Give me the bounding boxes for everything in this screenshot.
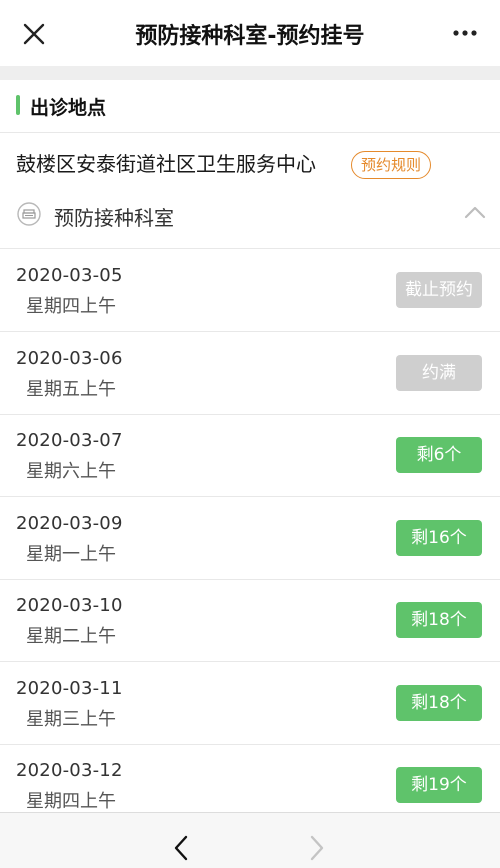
forward-arrow-icon[interactable] (308, 835, 326, 861)
schedule-date: 2020-03-09 (16, 512, 123, 534)
schedule-date: 2020-03-12 (16, 760, 123, 781)
booking-rules-button[interactable]: 预约规则 (351, 151, 432, 179)
book-slot-button[interactable]: 剩18个 (396, 684, 482, 721)
schedule-row: 2020-03-11 星期三上午 剩18个 (0, 662, 500, 745)
schedule-date: 2020-03-05 (16, 265, 123, 286)
schedule-weekday: 星期三上午 (26, 708, 116, 730)
more-icon[interactable] (452, 23, 478, 43)
schedule-row: 2020-03-05 星期四上午 截止预约 (0, 249, 500, 332)
schedule-date: 2020-03-06 (16, 347, 123, 369)
book-slot-button[interactable]: 剩6个 (396, 437, 482, 473)
book-slot-button[interactable]: 剩19个 (396, 767, 482, 803)
department-header[interactable]: 预防接种科室 (0, 190, 500, 249)
schedule-date: 2020-03-11 (16, 677, 123, 699)
location-name: 鼓楼区安泰街道社区卫生服务中心 (16, 152, 316, 176)
schedule-row: 2020-03-09 星期一上午 剩16个 (0, 497, 500, 580)
schedule-weekday: 星期五上午 (26, 378, 116, 400)
schedule-weekday: 星期四上午 (26, 791, 116, 812)
schedule-row: 2020-03-07 星期六上午 剩6个 (0, 414, 500, 497)
schedule-weekday: 星期二上午 (26, 626, 116, 647)
book-slot-button[interactable]: 剩18个 (396, 602, 482, 638)
section-accent-bar (16, 95, 20, 115)
schedule-weekday: 星期一上午 (26, 543, 116, 565)
slot-unavailable-button: 截止预约 (396, 272, 482, 308)
page-title: 预防接种科室-预约挂号 (135, 24, 365, 49)
schedule-weekday: 星期六上午 (26, 461, 116, 482)
back-arrow-icon[interactable] (172, 835, 190, 861)
section-title: 出诊地点 (30, 97, 107, 119)
schedule-row: 2020-03-06 星期五上午 约满 (0, 332, 500, 415)
department-name: 预防接种科室 (54, 206, 174, 230)
top-bar: 预防接种科室-预约挂号 (0, 0, 500, 66)
schedule-date: 2020-03-07 (16, 430, 123, 451)
schedule-weekday: 星期四上午 (26, 296, 116, 317)
schedule-row: 2020-03-10 星期二上午 剩18个 (0, 579, 500, 662)
department-icon (17, 202, 41, 226)
browser-nav-bar (0, 812, 500, 868)
section-header: 出诊地点 (0, 80, 500, 133)
slot-unavailable-button: 约满 (396, 354, 482, 391)
header-divider (0, 66, 500, 80)
book-slot-button[interactable]: 剩16个 (396, 519, 482, 556)
chevron-up-icon[interactable] (464, 204, 486, 220)
schedule-date: 2020-03-10 (16, 595, 123, 616)
